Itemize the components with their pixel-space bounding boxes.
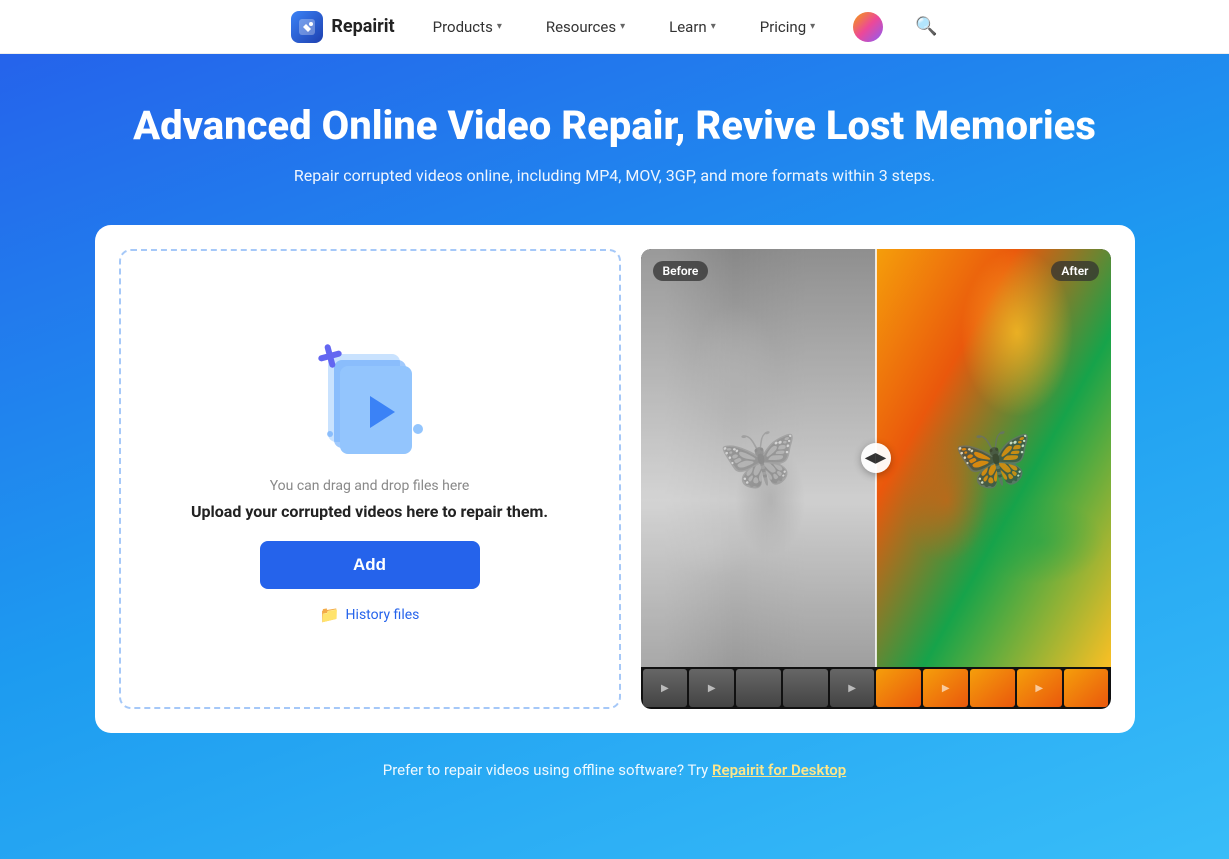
navbar: Repairit Products ▾ Resources ▾ Learn ▾ …	[0, 0, 1229, 54]
desktop-link[interactable]: Repairit for Desktop	[712, 761, 846, 779]
history-files-link[interactable]: 📁 History files	[320, 605, 420, 624]
footer-text: Prefer to repair videos using offline so…	[20, 733, 1209, 799]
after-image: 🦋	[876, 249, 1111, 667]
play-icon: ▶	[830, 669, 875, 707]
play-icon: ▶	[1017, 669, 1062, 707]
hero-section: Advanced Online Video Repair, Revive Los…	[0, 54, 1229, 859]
user-avatar[interactable]	[853, 12, 883, 42]
upload-area[interactable]: You can drag and drop files here Upload …	[119, 249, 621, 709]
nav-products-label: Products	[433, 18, 493, 36]
preview-before: 🦋 Before	[641, 249, 876, 667]
play-icon: ▶	[923, 669, 968, 707]
film-thumb-6[interactable]	[876, 669, 921, 707]
chevron-down-icon: ▾	[497, 21, 502, 32]
nav-resources-label: Resources	[546, 18, 616, 36]
search-icon[interactable]: 🔍	[915, 16, 937, 37]
filmstrip: ▶ ▶ ▶ ▶ ▶	[641, 667, 1111, 709]
preview-after: 🦋 After	[876, 249, 1111, 667]
film-thumb-10[interactable]	[1064, 669, 1109, 707]
add-button[interactable]: Add	[260, 541, 480, 589]
play-icon: ▶	[689, 669, 734, 707]
footer-static-text: Prefer to repair videos using offline so…	[383, 761, 712, 779]
drag-drop-text: You can drag and drop files here	[270, 478, 470, 494]
badge-before: Before	[653, 261, 709, 281]
folder-icon: 📁	[320, 605, 340, 624]
nav-pricing-label: Pricing	[760, 18, 806, 36]
preview-area: 🦋 Before 🦋 After ◀▶	[641, 249, 1111, 709]
hero-title: Advanced Online Video Repair, Revive Los…	[20, 102, 1209, 150]
nav-resources[interactable]: Resources ▾	[540, 14, 631, 40]
film-thumb-2[interactable]: ▶	[689, 669, 734, 707]
hero-subtitle: Repair corrupted videos online, includin…	[20, 166, 1209, 185]
badge-after: After	[1051, 261, 1098, 281]
nav-learn-label: Learn	[669, 18, 707, 36]
film-thumb-9[interactable]: ▶	[1017, 669, 1062, 707]
film-thumb-4[interactable]	[783, 669, 828, 707]
main-card: You can drag and drop files here Upload …	[95, 225, 1135, 733]
play-icon: ▶	[643, 669, 688, 707]
history-link-label: History files	[346, 607, 420, 623]
upload-illustration	[300, 334, 440, 454]
slider-handle[interactable]: ◀▶	[861, 443, 891, 473]
film-thumb-1[interactable]: ▶	[643, 669, 688, 707]
nav-products[interactable]: Products ▾	[427, 14, 508, 40]
film-thumb-7[interactable]: ▶	[923, 669, 968, 707]
film-thumb-5[interactable]: ▶	[830, 669, 875, 707]
logo-icon	[291, 11, 323, 43]
chevron-down-icon: ▾	[620, 21, 625, 32]
chevron-down-icon: ▾	[810, 21, 815, 32]
nav-learn[interactable]: Learn ▾	[663, 14, 722, 40]
nav-pricing[interactable]: Pricing ▾	[754, 14, 821, 40]
logo-text: Repairit	[331, 16, 394, 37]
film-thumb-8[interactable]	[970, 669, 1015, 707]
logo[interactable]: Repairit	[291, 11, 394, 43]
chevron-down-icon: ▾	[711, 21, 716, 32]
upload-label: Upload your corrupted videos here to rep…	[191, 502, 548, 521]
film-thumb-3[interactable]	[736, 669, 781, 707]
before-image: 🦋	[641, 249, 876, 667]
before-after-preview: 🦋 Before 🦋 After ◀▶	[641, 249, 1111, 667]
